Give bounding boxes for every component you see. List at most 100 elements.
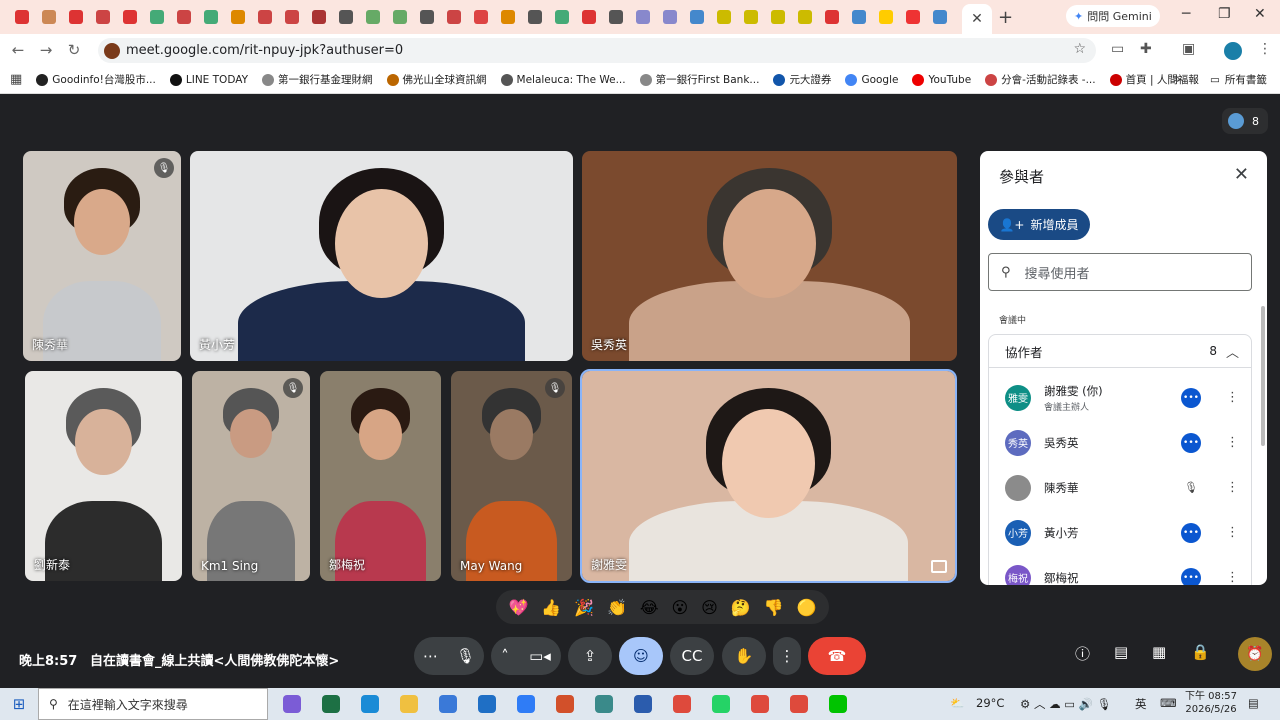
browser-tab[interactable]	[926, 0, 953, 34]
bookmark-star-icon[interactable]: ☆	[1073, 41, 1086, 57]
participant-tile[interactable]: 黃小芳	[190, 151, 573, 361]
participant-tile[interactable]: 謝雅雯	[580, 369, 957, 583]
browser-tab[interactable]	[8, 0, 35, 34]
participants-count-button[interactable]: 8	[1222, 108, 1268, 134]
captions-button[interactable]: CC	[670, 637, 714, 675]
bookmark-item[interactable]: 分會-活動記錄表 -...	[985, 72, 1096, 87]
browser-tab[interactable]	[872, 0, 899, 34]
side-panel-icon[interactable]: ▣	[1182, 41, 1195, 57]
bookmark-item[interactable]: 元大證券	[773, 72, 831, 87]
browser-tab[interactable]	[143, 0, 170, 34]
apps-grid-icon[interactable]: ▦	[10, 72, 22, 87]
participant-menu-icon[interactable]: ⋮	[1226, 480, 1239, 495]
all-bookmarks[interactable]: ▭ 所有書籤	[1210, 72, 1267, 87]
chrome-menu-icon[interactable]: ⋮	[1258, 41, 1272, 57]
bookmark-item[interactable]: Google	[845, 72, 898, 87]
picture-in-picture-icon[interactable]	[931, 560, 947, 573]
mic-control[interactable]: ⋯ 🎙	[414, 637, 484, 675]
camera-icon[interactable]: ▭◂	[529, 647, 551, 665]
reaction-emoji[interactable]: 💖	[508, 598, 528, 617]
windows-start-icon[interactable]: ⊞	[0, 695, 38, 713]
browser-tab[interactable]	[35, 0, 62, 34]
browser-tab[interactable]	[359, 0, 386, 34]
browser-tab[interactable]	[629, 0, 656, 34]
participant-tile[interactable]: 吳秀英	[582, 151, 957, 361]
reaction-emoji[interactable]: 👏	[607, 598, 627, 617]
taskbar-app-photos[interactable]	[584, 688, 623, 720]
participant-tile[interactable]: May Wang 🎙	[451, 371, 572, 581]
chat-icon[interactable]: ▤	[1114, 643, 1128, 661]
taskbar-app-whatsapp[interactable]	[701, 688, 740, 720]
reaction-emoji[interactable]: 🟡	[797, 598, 817, 617]
participant-row[interactable]: 小芳 黃小芳 ••• ⋮	[989, 510, 1251, 555]
host-controls-icon[interactable]: 🔒	[1191, 643, 1210, 661]
browser-tab[interactable]	[89, 0, 116, 34]
forward-icon[interactable]: →	[32, 41, 60, 59]
taskbar-app-line[interactable]	[818, 688, 857, 720]
participant-menu-icon[interactable]: ⋮	[1226, 390, 1239, 405]
reaction-emoji[interactable]: 👍	[541, 598, 561, 617]
browser-tab[interactable]	[386, 0, 413, 34]
reactions-button[interactable]: ☺	[619, 637, 663, 675]
browser-tab[interactable]	[62, 0, 89, 34]
participant-menu-icon[interactable]: ⋮	[1226, 570, 1239, 585]
browser-tab[interactable]	[440, 0, 467, 34]
browser-tab[interactable]	[845, 0, 872, 34]
participant-tile[interactable]: 劉新泰	[25, 371, 182, 581]
timer-icon[interactable]: ⏰	[1238, 637, 1272, 671]
browser-tab[interactable]	[602, 0, 629, 34]
site-icon[interactable]	[104, 43, 120, 59]
taskbar-app-copilot[interactable]	[272, 688, 311, 720]
bookmarks-more-icon[interactable]: »	[1173, 72, 1181, 87]
gemini-button[interactable]: ✦ 問問 Gemini	[1066, 5, 1160, 27]
more-audio-options-icon[interactable]: ⋯	[423, 647, 438, 665]
maximize-button[interactable]: ❐	[1218, 6, 1231, 22]
taskbar-app-outlook[interactable]	[467, 688, 506, 720]
url-bar[interactable]: meet.google.com/rit-npuy-jpk?authuser=0 …	[98, 38, 1096, 63]
taskbar-app-store[interactable]	[428, 688, 467, 720]
new-tab-button[interactable]: +	[998, 7, 1013, 28]
reload-icon[interactable]: ↻	[60, 41, 88, 59]
taskbar-app-word[interactable]	[623, 688, 662, 720]
leave-call-button[interactable]: ☎	[808, 637, 866, 675]
present-screen-button[interactable]: ⇪	[568, 637, 612, 675]
taskbar-search-input[interactable]: ⚲ 在這裡輸入文字來搜尋	[38, 688, 268, 720]
browser-tab[interactable]	[278, 0, 305, 34]
chevron-up-icon[interactable]: ˄	[501, 647, 509, 665]
close-panel-icon[interactable]: ✕	[1234, 164, 1249, 185]
ime-indicator[interactable]: 英	[1135, 696, 1147, 712]
tray-icons[interactable]: ⚙ ︿ ☁ ▭ 🔊 🎙	[1020, 696, 1111, 712]
browser-tab[interactable]	[521, 0, 548, 34]
tab-close-icon[interactable]: ✕	[971, 11, 983, 27]
participant-row[interactable]: 秀英 吳秀英 ••• ⋮	[989, 420, 1251, 465]
taskbar-app-chrome[interactable]	[662, 688, 701, 720]
browser-tab[interactable]	[764, 0, 791, 34]
browser-tab[interactable]	[548, 0, 575, 34]
browser-tab[interactable]	[791, 0, 818, 34]
bookmark-item[interactable]: Goodinfo!台灣股市...	[36, 72, 156, 87]
more-options-button[interactable]: ⋮	[773, 637, 801, 675]
browser-tab[interactable]	[656, 0, 683, 34]
browser-tab[interactable]	[575, 0, 602, 34]
browser-tab[interactable]	[710, 0, 737, 34]
cast-icon[interactable]: ▭	[1111, 41, 1124, 57]
minimize-button[interactable]: ─	[1182, 6, 1190, 22]
bookmark-item[interactable]: YouTube	[912, 72, 971, 87]
bookmark-item[interactable]: 第一銀行基金理財網	[262, 72, 373, 87]
taskbar-app-file-explorer[interactable]	[389, 688, 428, 720]
bookmark-item[interactable]: LINE TODAY	[169, 72, 248, 87]
participant-tile[interactable]: 陳秀華 🎙	[23, 151, 181, 361]
browser-tab[interactable]	[899, 0, 926, 34]
back-icon[interactable]: ←	[4, 41, 32, 59]
browser-tab[interactable]	[197, 0, 224, 34]
browser-tab[interactable]	[170, 0, 197, 34]
bookmark-item[interactable]: 首頁 | 人間福報	[1109, 72, 1199, 87]
reaction-emoji[interactable]: 👎	[764, 598, 784, 617]
taskbar-app-chrome2[interactable]	[740, 688, 779, 720]
chevron-up-icon[interactable]: ︿	[1226, 342, 1239, 361]
browser-tab[interactable]	[737, 0, 764, 34]
browser-tab[interactable]	[467, 0, 494, 34]
browser-tab[interactable]	[224, 0, 251, 34]
browser-tab[interactable]	[305, 0, 332, 34]
participant-tile[interactable]: Km1 Sing 🎙	[192, 371, 310, 581]
